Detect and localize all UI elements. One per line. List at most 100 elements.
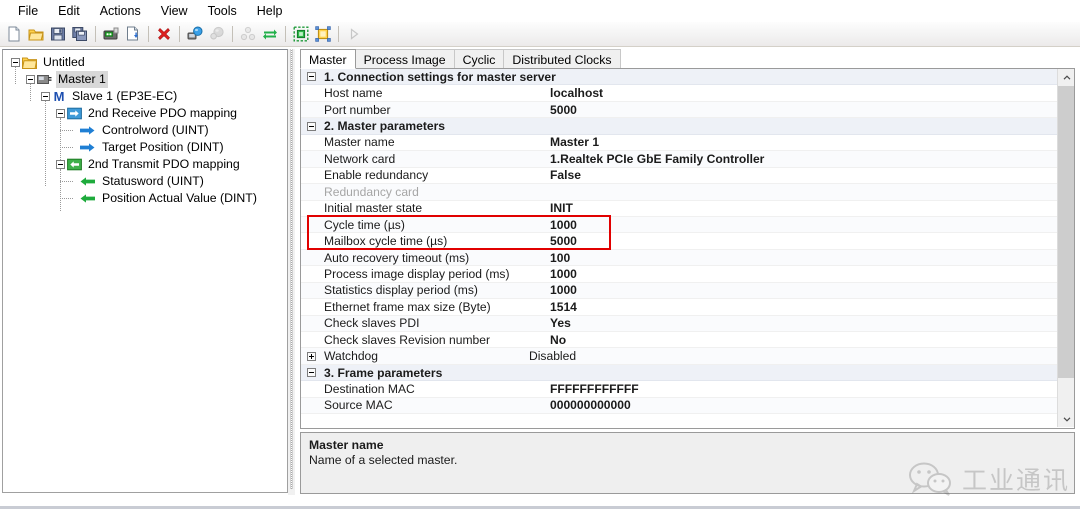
property-row-mailbox-cycle-time[interactable]: Mailbox cycle time (µs) 5000 <box>301 233 1058 249</box>
property-row[interactable]: Process image display period (ms) 1000 <box>301 266 1058 282</box>
property-value[interactable]: 000000000000 <box>550 398 1058 412</box>
property-row[interactable]: Check slaves PDI Yes <box>301 316 1058 332</box>
property-category-row[interactable]: 3. Frame parameters <box>301 365 1058 381</box>
toolbar-separator <box>95 26 96 42</box>
property-row[interactable]: Host name localhost <box>301 85 1058 101</box>
property-value[interactable]: No <box>550 333 1058 347</box>
property-value[interactable]: Master 1 <box>550 135 1058 149</box>
scroll-down-button[interactable] <box>1058 410 1075 427</box>
property-value[interactable]: Yes <box>550 316 1058 330</box>
tree-item-master-1[interactable]: Master 1 <box>7 71 287 88</box>
configure-slave-button[interactable] <box>312 24 333 45</box>
tab-distributed-clocks[interactable]: Distributed Clocks <box>503 49 620 68</box>
tree-item-untitled[interactable]: Untitled <box>7 54 287 71</box>
toolbar-separator <box>232 26 233 42</box>
property-row[interactable]: Statistics display period (ms) 1000 <box>301 283 1058 299</box>
property-row[interactable]: Check slaves Revision number No <box>301 332 1058 348</box>
tree-item-label: Controlword (UINT) <box>100 122 211 139</box>
save-button[interactable] <box>47 24 68 45</box>
run-button[interactable] <box>343 24 364 45</box>
property-row[interactable]: Ethernet frame max size (Byte) 1514 <box>301 299 1058 315</box>
splitter-grip[interactable] <box>290 49 293 489</box>
expander-plus-icon[interactable] <box>307 352 316 361</box>
property-value[interactable]: INIT <box>550 201 1058 215</box>
tree-item-position-actual-value[interactable]: Position Actual Value (DINT) <box>7 190 287 207</box>
topology-button[interactable] <box>237 24 258 45</box>
menu-item-view[interactable]: View <box>151 2 198 20</box>
property-value[interactable]: localhost <box>550 86 1058 100</box>
property-value[interactable]: 1514 <box>550 300 1058 314</box>
property-name: Source MAC <box>322 398 550 412</box>
property-row[interactable]: Source MAC 000000000000 <box>301 398 1058 414</box>
save-as-button[interactable] <box>69 24 90 45</box>
tree-item-transmit-pdo-mapping[interactable]: 2nd Transmit PDO mapping <box>7 156 287 173</box>
expander-minus-icon[interactable] <box>307 368 316 377</box>
property-value[interactable]: False <box>550 168 1058 182</box>
expander-minus-icon[interactable] <box>56 109 65 118</box>
tab-cyclic[interactable]: Cyclic <box>454 49 505 68</box>
tree-item-slave-1[interactable]: M Slave 1 (EP3E-EC) <box>7 88 287 105</box>
scroll-up-button[interactable] <box>1058 69 1075 86</box>
property-value[interactable]: 1.Realtek PCIe GbE Family Controller <box>550 152 1058 166</box>
tree-item-receive-pdo-mapping[interactable]: 2nd Receive PDO mapping <box>7 105 287 122</box>
property-row-cycle-time[interactable]: Cycle time (µs) 1000 <box>301 217 1058 233</box>
property-value[interactable]: 5000 <box>550 234 1058 248</box>
property-row-watchdog[interactable]: Watchdog Disabled <box>301 348 1058 364</box>
menu-item-tools[interactable]: Tools <box>198 2 247 20</box>
property-category-row[interactable]: 2. Master parameters <box>301 118 1058 134</box>
property-value[interactable]: 1000 <box>550 218 1058 232</box>
property-value[interactable]: Disabled <box>529 349 1058 363</box>
expander-minus-icon[interactable] <box>26 75 35 84</box>
expander-minus-icon[interactable] <box>41 92 50 101</box>
property-grid[interactable]: 1. Connection settings for master server… <box>300 69 1075 429</box>
scan-network-button[interactable] <box>290 24 311 45</box>
open-file-button[interactable] <box>25 24 46 45</box>
tree-item-target-position[interactable]: Target Position (DINT) <box>7 139 287 156</box>
property-value[interactable]: 1000 <box>550 283 1058 297</box>
start-cyclic-button[interactable] <box>259 24 280 45</box>
property-row[interactable]: Destination MAC FFFFFFFFFFFF <box>301 381 1058 397</box>
menu-item-help[interactable]: Help <box>247 2 293 20</box>
property-value[interactable]: FFFFFFFFFFFF <box>550 382 1058 396</box>
property-name: Initial master state <box>322 201 550 215</box>
export-document-icon <box>125 26 141 42</box>
property-row[interactable]: Network card 1.Realtek PCIe GbE Family C… <box>301 151 1058 167</box>
disconnect-button[interactable] <box>206 24 227 45</box>
project-tree-panel[interactable]: Untitled Master 1 M Slave 1 (EP3E-EC) <box>2 49 288 493</box>
tab-label: Process Image <box>364 53 446 67</box>
new-file-button[interactable] <box>3 24 24 45</box>
property-row[interactable]: Master name Master 1 <box>301 135 1058 151</box>
export-document-button[interactable] <box>122 24 143 45</box>
download-to-master-button[interactable] <box>100 24 121 45</box>
expander-minus-icon[interactable] <box>307 122 316 131</box>
property-value[interactable]: 5000 <box>550 103 1058 117</box>
project-tree: Untitled Master 1 M Slave 1 (EP3E-EC) <box>3 50 287 207</box>
tab-label: Distributed Clocks <box>512 53 611 67</box>
tree-item-statusword[interactable]: Statusword (UINT) <box>7 173 287 190</box>
property-row[interactable]: Enable redundancy False <box>301 168 1058 184</box>
scrollbar-thumb[interactable] <box>1058 86 1075 378</box>
expander-minus-icon[interactable] <box>11 58 20 67</box>
panel-splitter[interactable] <box>288 49 295 495</box>
delete-button[interactable] <box>153 24 174 45</box>
property-value[interactable]: 100 <box>550 251 1058 265</box>
property-value[interactable]: 1000 <box>550 267 1058 281</box>
menu-item-actions[interactable]: Actions <box>90 2 151 20</box>
property-name: Cycle time (µs) <box>322 218 550 232</box>
property-row[interactable]: Auto recovery timeout (ms) 100 <box>301 250 1058 266</box>
tab-process-image[interactable]: Process Image <box>355 49 455 68</box>
expander-minus-icon[interactable] <box>56 160 65 169</box>
arrow-left-green-icon <box>79 192 96 205</box>
expander-minus-icon[interactable] <box>307 72 316 81</box>
connect-button[interactable] <box>184 24 205 45</box>
property-row[interactable]: Port number 5000 <box>301 102 1058 118</box>
menu-item-file[interactable]: File <box>8 2 48 20</box>
menu-item-edit[interactable]: Edit <box>48 2 90 20</box>
tree-item-controlword[interactable]: Controlword (UINT) <box>7 122 287 139</box>
property-name: Port number <box>322 103 550 117</box>
transfer-arrows-icon <box>262 26 278 42</box>
property-row[interactable]: Initial master state INIT <box>301 201 1058 217</box>
property-category-row[interactable]: 1. Connection settings for master server <box>301 69 1058 85</box>
property-grid-scrollbar[interactable] <box>1057 69 1074 427</box>
tab-master[interactable]: Master <box>300 49 356 69</box>
